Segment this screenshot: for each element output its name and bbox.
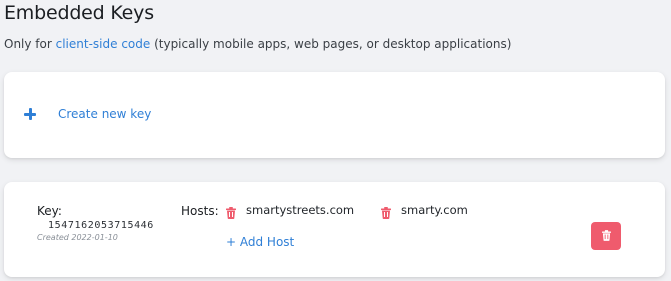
host-item: smarty.com [381, 203, 468, 219]
add-host-button[interactable]: + Add Host [226, 235, 294, 249]
hosts-label: Hosts: [181, 204, 219, 218]
remove-host-trash-icon[interactable] [381, 204, 391, 219]
create-new-key-button[interactable]: Create new key [24, 106, 151, 122]
host-name: smartystreets.com [246, 203, 355, 217]
plus-icon [24, 108, 36, 120]
create-new-key-label: Create new key [58, 107, 152, 121]
delete-key-button[interactable] [591, 222, 621, 250]
key-value: 1547162053715446 [48, 220, 154, 231]
host-item: smartystreets.com [226, 203, 355, 219]
key-created-date: Created 2022-01-10 [37, 233, 118, 242]
key-label: Key: [37, 204, 62, 218]
page-subtitle: Only for client-side code (typically mob… [4, 36, 511, 52]
remove-host-trash-icon[interactable] [226, 204, 236, 219]
subtitle-suffix: (typically mobile apps, web pages, or de… [150, 37, 512, 51]
create-key-card: Create new key [4, 72, 665, 158]
client-side-code-link[interactable]: client-side code [56, 37, 151, 51]
key-card: Key: 1547162053715446 Created 2022-01-10… [4, 182, 665, 277]
trash-icon [601, 229, 611, 244]
page-title: Embedded Keys [4, 2, 154, 24]
host-name: smarty.com [401, 203, 468, 217]
subtitle-prefix: Only for [4, 37, 56, 51]
